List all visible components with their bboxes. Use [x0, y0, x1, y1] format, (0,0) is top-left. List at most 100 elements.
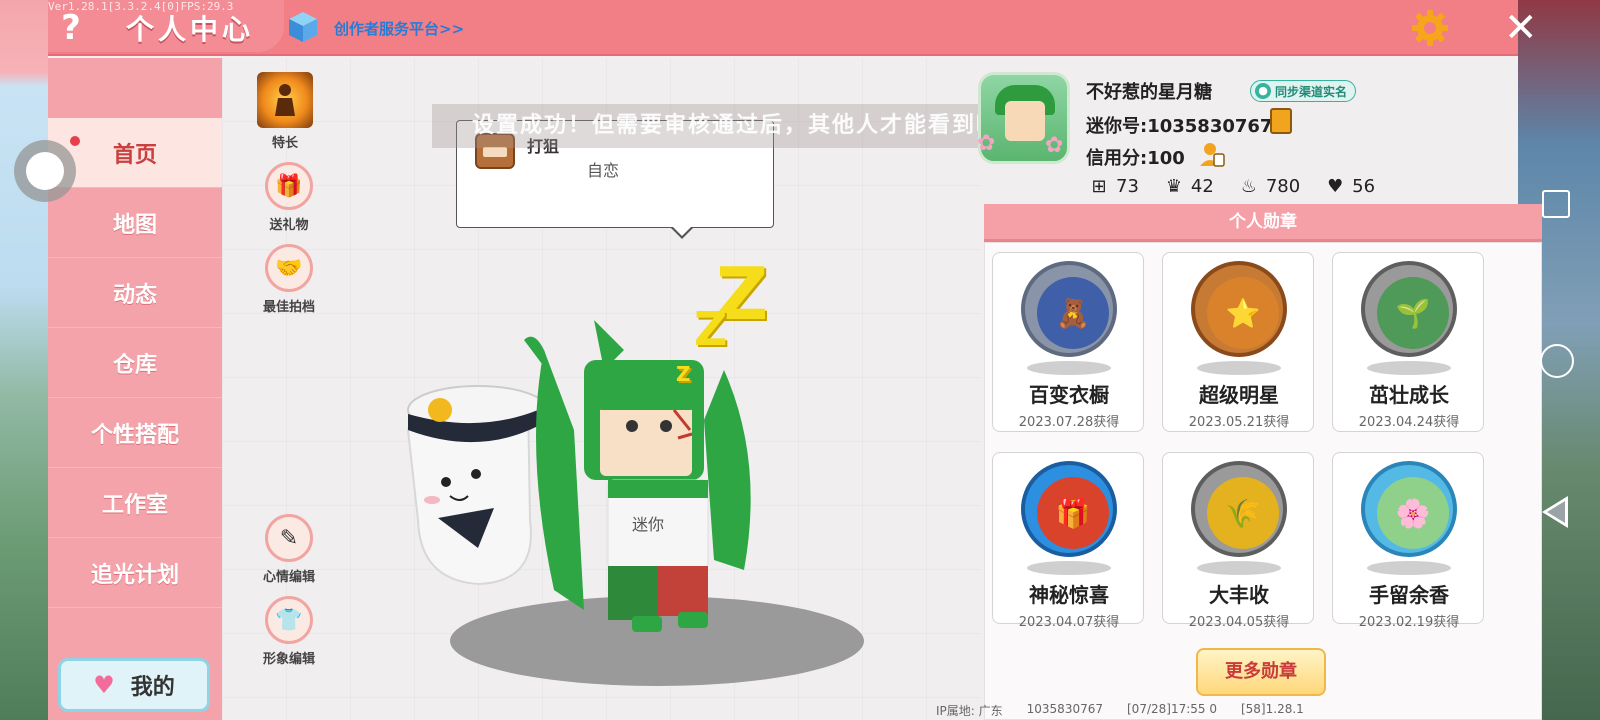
badge-card[interactable]: 🎁 神秘惊喜 2023.04.07获得: [992, 452, 1144, 630]
sleep-z-small: Z: [676, 362, 691, 386]
send-gift-button[interactable]: 🎁 送礼物: [244, 162, 334, 233]
badge-name: 手留余香: [1369, 583, 1449, 607]
more-badges-button[interactable]: 更多勋章: [1196, 648, 1326, 696]
credit-icon[interactable]: [1198, 140, 1226, 168]
badge-card[interactable]: 🧸 百变衣橱 2023.07.28获得: [992, 252, 1144, 432]
mood-edit-button[interactable]: ✎ 心情编辑: [244, 514, 334, 585]
image-edit-button[interactable]: 👕 形象编辑: [244, 596, 334, 667]
medal-harvest-icon: 🌾: [1191, 461, 1287, 557]
badge-date: 2023.04.05获得: [1188, 615, 1290, 630]
fire-icon: ♨: [1240, 176, 1257, 197]
sidebar-item-label: 个性搭配: [90, 422, 179, 448]
sidebar-item-label: 工作室: [101, 492, 168, 518]
home-button[interactable]: [1540, 344, 1574, 378]
flower-icon: ✿: [977, 131, 996, 156]
badge-card[interactable]: 🌾 大丰收 2023.04.05获得: [1162, 452, 1314, 630]
realname-label: 同步渠道实名: [1275, 84, 1348, 99]
sidebar-item-feed[interactable]: 动态: [48, 258, 222, 328]
badge-card[interactable]: ⭐ 超级明星 2023.05.21获得: [1162, 252, 1314, 432]
ip-location: IP属地: 广东: [936, 704, 1003, 718]
sidebar-item-label: 地图: [112, 212, 157, 238]
cube-icon: [289, 12, 317, 42]
stat-value: 56: [1352, 176, 1376, 197]
medal-surprise-icon: 🎁: [1021, 461, 1117, 557]
page-title: 个人中心: [126, 13, 255, 46]
back-button-inner: [1547, 501, 1565, 523]
bubble-message: 自恋: [587, 161, 620, 180]
hearts-icon: ♥: [1327, 176, 1344, 197]
close-icon[interactable]: ✕: [1504, 8, 1538, 48]
footer-info: IP属地: 广东 1035830767 [07/28]17:55 0 [58]1…: [936, 702, 1304, 719]
sidebar-item-map[interactable]: 地图: [48, 188, 222, 258]
badge-date: 2023.07.28获得: [1018, 415, 1120, 430]
stat-fans[interactable]: ♛ 42: [1163, 176, 1214, 197]
sidebar-item-studio[interactable]: 工作室: [48, 468, 222, 538]
svg-text:迷你: 迷你: [632, 515, 664, 534]
floating-assist-button[interactable]: [14, 140, 76, 202]
plus-square-icon: ⊞: [1091, 176, 1107, 197]
copy-icon[interactable]: [1270, 108, 1292, 134]
fans-icon: ♛: [1165, 176, 1182, 197]
heart-icon: ♥: [93, 671, 115, 699]
player-character: 迷你: [524, 320, 751, 632]
stat-likes[interactable]: ♥ 56: [1324, 176, 1375, 197]
outfit-icon: 👕: [265, 596, 313, 644]
badge-name: 超级明星: [1199, 383, 1279, 407]
avatar[interactable]: ✿ ✿: [977, 72, 1070, 164]
stat-value: 780: [1265, 176, 1301, 197]
sidebar-item-outfit[interactable]: 个性搭配: [48, 398, 222, 468]
footer-time: [07/28]17:55 0: [1127, 702, 1217, 716]
stats-row: ⊞ 73 ♛ 42 ♨ 780 ♥ 56: [1088, 176, 1375, 197]
best-partner-label: 最佳拍档: [262, 300, 315, 315]
handshake-icon: 🤝: [265, 244, 313, 292]
sidebar-item-label: 动态: [112, 282, 157, 308]
badge-name: 大丰收: [1209, 583, 1269, 607]
badge-date: 2023.04.24获得: [1358, 415, 1460, 430]
medal-wardrobe-icon: 🧸: [1021, 261, 1117, 357]
stat-posts[interactable]: ⊞ 73: [1088, 176, 1139, 197]
gear-icon[interactable]: [1410, 8, 1450, 48]
user-icon: ●: [1255, 83, 1271, 99]
medal-growth-icon: 🌱: [1361, 261, 1457, 357]
gift-icon: 🎁: [265, 162, 313, 210]
badge-date: 2023.05.21获得: [1188, 415, 1290, 430]
badge-card[interactable]: 🌸 手留余香 2023.02.19获得: [1332, 452, 1484, 630]
best-partner-button[interactable]: 🤝 最佳拍档: [244, 244, 334, 315]
specialty-label: 特长: [271, 136, 298, 151]
recent-apps-button[interactable]: [1542, 190, 1570, 218]
scenery-left: [0, 0, 48, 720]
sidebar-item-label: 首页: [112, 142, 157, 168]
specialty-button[interactable]: 特长: [240, 72, 330, 151]
sidebar: 首页 地图 动态 仓库 个性搭配 工作室 追光计划: [48, 58, 222, 720]
medal-superstar-icon: ⭐: [1191, 261, 1287, 357]
badge-date: 2023.02.19获得: [1358, 615, 1460, 630]
badge-name: 茁壮成长: [1369, 383, 1449, 407]
question-icon[interactable]: ?: [56, 8, 86, 48]
badge-card[interactable]: 🌱 茁壮成长 2023.04.24获得: [1332, 252, 1484, 432]
badge-name: 神秘惊喜: [1029, 583, 1109, 607]
edit-icon: ✎: [265, 514, 313, 562]
sleep-z-medium: Z: [694, 302, 728, 356]
stat-value: 42: [1190, 176, 1214, 197]
send-gift-label: 送礼物: [269, 218, 309, 233]
sidebar-item-light-plan[interactable]: 追光计划: [48, 538, 222, 608]
me-button[interactable]: ♥ 我的: [58, 658, 210, 712]
sidebar-item-warehouse[interactable]: 仓库: [48, 328, 222, 398]
creator-platform-link[interactable]: 创作者服务平台>>: [334, 18, 464, 39]
stat-popularity[interactable]: ♨ 780: [1238, 176, 1300, 197]
medal-fragrance-icon: 🌸: [1361, 461, 1457, 557]
badge-name: 百变衣橱: [1029, 383, 1109, 407]
footer-version: [58]1.28.1: [1240, 702, 1304, 716]
image-edit-label: 形象编辑: [262, 652, 315, 667]
realname-badge[interactable]: ● 同步渠道实名: [1250, 80, 1357, 102]
stat-value: 73: [1116, 176, 1139, 197]
sidebar-item-label: 追光计划: [90, 562, 179, 588]
bubble-tail-inner: [672, 226, 692, 236]
mini-id: 迷你号:1035830767: [1086, 116, 1273, 137]
mood-edit-label: 心情编辑: [262, 570, 315, 585]
footer-uid: 1035830767: [1026, 702, 1103, 716]
active-indicator: [70, 136, 80, 146]
badge-date: 2023.04.07获得: [1018, 615, 1120, 630]
credit-score: 信用分:100: [1086, 148, 1185, 169]
flower-icon: ✿: [1045, 133, 1064, 158]
